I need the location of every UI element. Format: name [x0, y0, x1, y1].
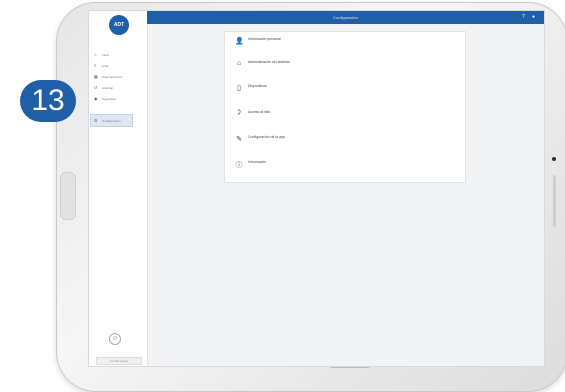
settings-card: 👤 Información personal ⌂ Administración … [224, 31, 466, 183]
app-screen: ADT ⌂ Inicio ≡ Lista ▦ Automatización ↺ … [88, 10, 545, 367]
sidebar-item-label: Historial [102, 85, 113, 90]
setting-personal-info[interactable]: 👤 Información personal [235, 37, 460, 51]
home-icon: ⌂ [94, 52, 97, 57]
setting-title: Acceso al sitio [248, 110, 271, 114]
camera-icon [552, 157, 556, 161]
top-bar: Configuración ? ● [147, 11, 544, 24]
sidebar: ADT ⌂ Inicio ≡ Lista ▦ Automatización ↺ … [89, 11, 148, 366]
setting-title: Configuración de la app [248, 135, 285, 139]
sidebar-item-history[interactable]: ↺ Historial [89, 82, 147, 93]
wrench-icon: ✎ [236, 136, 242, 143]
home-indicator [553, 175, 556, 227]
sidebar-item-label: Configuración [102, 118, 121, 123]
setting-title: Información [248, 160, 267, 164]
setting-title: Administración del sistema [248, 60, 290, 64]
sidebar-item-list[interactable]: ≡ Lista [89, 60, 147, 71]
sidebar-item-automation[interactable]: ▦ Automatización [89, 71, 147, 82]
user-icon[interactable]: ● [532, 14, 535, 20]
step-number-badge: 13 [20, 80, 76, 122]
setting-app-config[interactable]: ✎ Configuración de la app [235, 135, 460, 149]
page-title: Configuración [333, 15, 358, 20]
home-icon: ⌂ [236, 60, 242, 67]
ear-icon: ʔ [237, 110, 241, 117]
logout-button[interactable]: Cerrar sesión [96, 357, 142, 365]
setting-title: Dispositivos [248, 84, 267, 88]
help-icon[interactable]: ? [522, 14, 525, 20]
subbrand-text [95, 38, 141, 42]
gear-icon: ⚙ [94, 118, 98, 123]
device-icon: ▯ [237, 85, 241, 92]
list-icon: ≡ [94, 63, 97, 68]
history-icon: ↺ [94, 85, 98, 90]
sidebar-item-label: Automatización [102, 74, 123, 79]
sidebar-item-label: Lista [102, 63, 109, 68]
setting-title: Información personal [248, 37, 281, 41]
automation-icon: ▦ [94, 74, 98, 79]
sidebar-nav: ⌂ Inicio ≡ Lista ▦ Automatización ↺ Hist… [89, 49, 147, 127]
setting-information[interactable]: ⓘ Información [235, 160, 460, 174]
setting-site-access[interactable]: ʔ Acceso al sitio [235, 110, 460, 124]
sidebar-item-settings[interactable]: ⚙ Configuración [90, 114, 133, 127]
setting-devices[interactable]: ▯ Dispositivos [235, 84, 460, 98]
info-icon: ⓘ [235, 162, 243, 169]
setting-system-admin[interactable]: ⌂ Administración del sistema [235, 60, 460, 74]
sidebar-item-label: Seguridad [102, 96, 116, 101]
sidebar-item-home[interactable]: ⌂ Inicio [89, 49, 147, 60]
security-icon: ◉ [94, 96, 98, 101]
power-icon[interactable]: ⏻ [109, 333, 121, 345]
tablet-side-button [60, 172, 76, 220]
sidebar-item-label: Inicio [102, 52, 110, 57]
adt-logo: ADT [109, 15, 129, 35]
sidebar-item-security[interactable]: ◉ Seguridad [89, 93, 147, 104]
sidebar-item-blank[interactable] [89, 104, 147, 115]
person-icon: 👤 [235, 38, 244, 45]
